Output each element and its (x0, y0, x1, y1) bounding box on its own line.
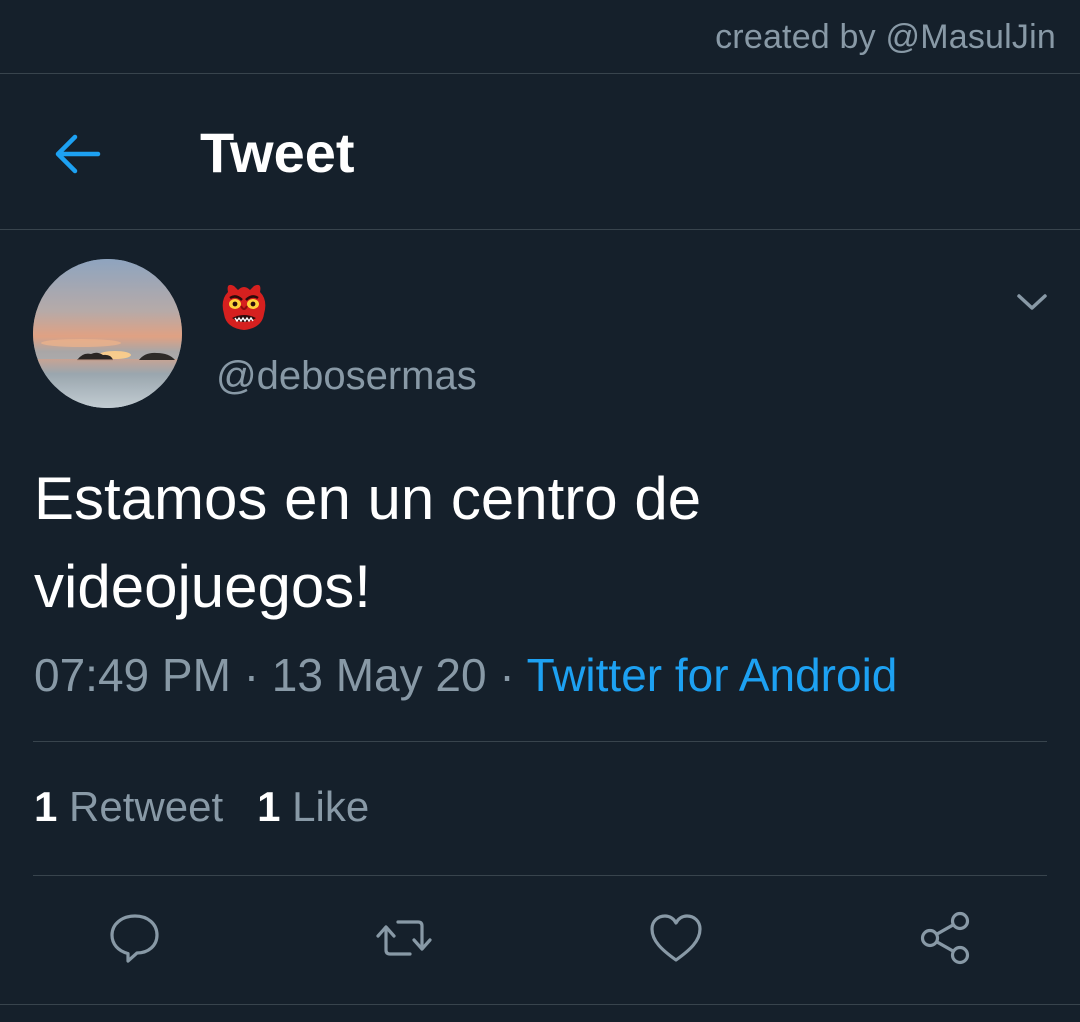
tweet-date: 13 May 20 (271, 649, 487, 701)
divider (0, 1004, 1080, 1005)
back-button[interactable] (44, 122, 108, 186)
tweet-stats: 1 Retweet 1 Like (34, 783, 369, 831)
japanese-goblin-emoji (222, 284, 266, 330)
tweet-meta: 07:49 PM · 13 May 20 · Twitter for Andro… (34, 648, 897, 702)
chevron-down-icon (1017, 294, 1047, 310)
avatar[interactable] (33, 259, 182, 408)
retweet-button[interactable] (374, 908, 434, 968)
retweet-label: Retweet (69, 783, 224, 830)
like-label: Like (292, 783, 370, 830)
heart-icon (650, 914, 702, 962)
tweet-text: Estamos en un centro de videojuegos! (34, 465, 702, 620)
reply-button[interactable] (105, 908, 165, 968)
tweet-actions (0, 876, 1080, 1004)
credit-text: created by @MasulJin (715, 18, 1056, 56)
retweets-stat[interactable]: 1 Retweet (34, 783, 223, 830)
divider (33, 741, 1047, 742)
sunset-profile-photo (33, 259, 182, 408)
tweet-menu-button[interactable] (1010, 280, 1054, 324)
likes-stat[interactable]: 1 Like (257, 783, 369, 830)
retweet-count: 1 (34, 783, 58, 830)
meta-separator: · (243, 649, 260, 701)
display-name-emoji (218, 278, 270, 332)
like-button[interactable] (646, 908, 706, 968)
tweet-time: 07:49 PM (34, 649, 231, 701)
retweet-icon (376, 920, 432, 956)
page-title: Tweet (200, 121, 355, 184)
share-icon (920, 911, 970, 965)
like-count: 1 (257, 783, 281, 830)
tweet-source-link[interactable]: Twitter for Android (527, 649, 898, 701)
credit-bar: created by @MasulJin (0, 0, 1080, 74)
user-handle[interactable]: @debosermas (216, 354, 477, 399)
arrow-left-icon (55, 134, 101, 174)
meta-separator: · (499, 649, 515, 701)
reply-icon (110, 914, 159, 963)
share-button[interactable] (916, 908, 976, 968)
header: Tweet (0, 74, 1080, 230)
